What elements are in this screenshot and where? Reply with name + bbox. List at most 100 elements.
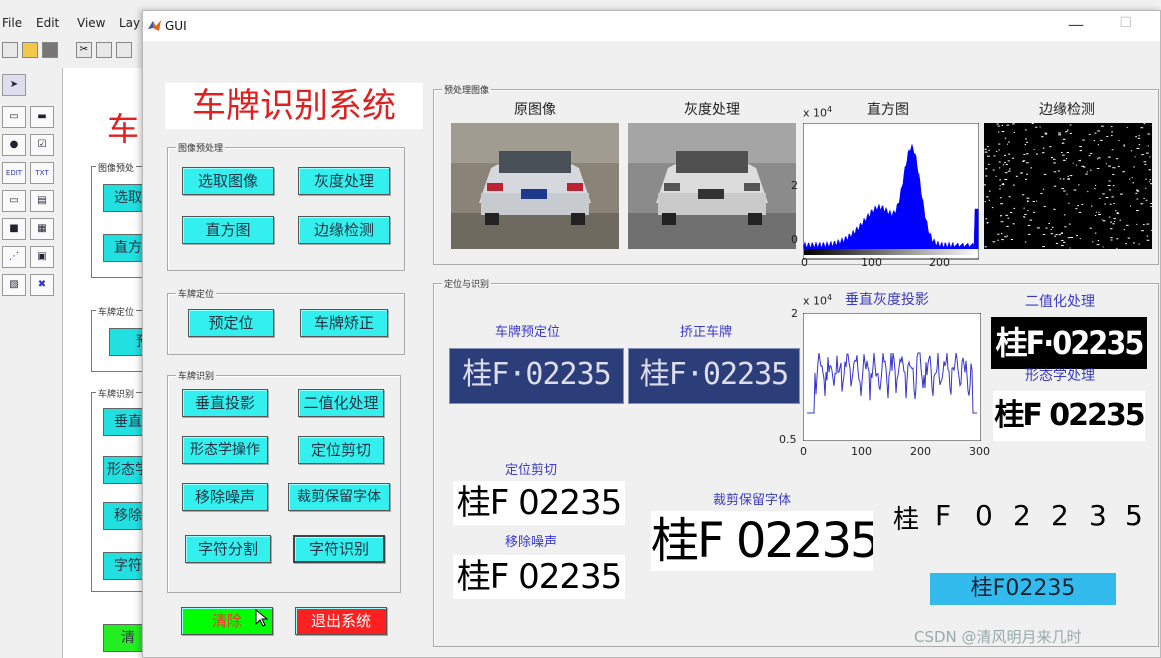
popup-menu-icon[interactable]: ▭ bbox=[2, 190, 26, 212]
char-segment-button[interactable]: 字符分割 bbox=[185, 535, 271, 563]
binarized-plate: 桂F·02235 bbox=[991, 317, 1147, 369]
window-title: GUI bbox=[165, 19, 187, 33]
edge-title: 边缘检测 bbox=[1039, 102, 1095, 118]
exit-button[interactable]: 退出系统 bbox=[295, 607, 387, 635]
watermark: CSDN @清风明月来几时 bbox=[914, 628, 1082, 646]
projection-xtick: 0 bbox=[800, 445, 807, 458]
edge-detect-button[interactable]: 边缘检测 bbox=[298, 216, 390, 244]
copy-icon[interactable] bbox=[96, 42, 112, 58]
remove-noise-title: 移除噪声 bbox=[505, 535, 558, 550]
pre-locate-title: 车牌预定位 bbox=[495, 325, 561, 340]
segment-char: 5 bbox=[1125, 499, 1143, 532]
histogram-ytick: 0 bbox=[791, 233, 798, 246]
locate-crop-title: 定位剪切 bbox=[505, 463, 558, 478]
vertical-projection-plot bbox=[803, 313, 981, 441]
grayscale-button[interactable]: 灰度处理 bbox=[298, 167, 390, 195]
maximize-icon[interactable]: ☐ bbox=[1119, 15, 1132, 31]
editor-menubar: File Edit View Lay bbox=[0, 12, 150, 34]
locate-crop-plate: 桂F 02235 bbox=[453, 481, 625, 525]
corrected-title: 挢正车牌 bbox=[680, 325, 733, 340]
listbox-icon[interactable]: ▤ bbox=[30, 190, 54, 212]
segment-char: 2 bbox=[1051, 499, 1069, 532]
pointer-icon[interactable]: ➤ bbox=[2, 74, 26, 96]
checkbox-icon[interactable]: ☑ bbox=[30, 134, 54, 156]
histogram-xtick: 200 bbox=[929, 256, 950, 269]
segment-char: 2 bbox=[1013, 499, 1031, 532]
editor-toolbar: ✂ bbox=[0, 38, 150, 64]
canvas-title-fragment: 车 bbox=[107, 110, 140, 148]
menu-view[interactable]: View bbox=[77, 16, 105, 30]
segment-char: 0 bbox=[975, 499, 993, 532]
remove-noise-plate: 桂F 02235 bbox=[453, 555, 625, 599]
histogram-exponent: x 104 bbox=[803, 105, 833, 120]
menu-file[interactable]: File bbox=[2, 16, 22, 30]
crop-keep-chars-button[interactable]: 裁剪保留字体 bbox=[288, 483, 390, 511]
binarize-button[interactable]: 二值化处理 bbox=[298, 389, 384, 417]
gray-image-title: 灰度处理 bbox=[684, 102, 740, 118]
histogram-plot bbox=[803, 123, 979, 260]
mouse-cursor-icon bbox=[255, 609, 269, 627]
histogram-xtick: 100 bbox=[861, 256, 882, 269]
save-icon[interactable] bbox=[42, 42, 58, 58]
crop-keep-plate: 桂F 02235 bbox=[651, 511, 873, 571]
activex-icon[interactable]: ✖ bbox=[30, 274, 54, 296]
segmented-chars: 桂 F 0 2 2 3 5 bbox=[887, 495, 1147, 539]
menu-edit[interactable]: Edit bbox=[36, 16, 59, 30]
axes-icon[interactable]: ⋰ bbox=[2, 246, 26, 268]
new-file-icon[interactable] bbox=[2, 42, 18, 58]
projection-exponent: x 104 bbox=[803, 293, 833, 308]
toggle-button-icon[interactable]: ■ bbox=[2, 218, 26, 240]
segment-char: 3 bbox=[1089, 499, 1107, 532]
projection-xtick: 300 bbox=[969, 445, 990, 458]
histogram-xtick: 0 bbox=[801, 256, 808, 269]
projection-ytick: 2 bbox=[791, 307, 798, 320]
slider-icon[interactable]: ▬ bbox=[30, 106, 54, 128]
histogram-ytick: 2 bbox=[791, 179, 798, 192]
char-recognize-button[interactable]: 字符识别 bbox=[293, 535, 385, 563]
remove-noise-button[interactable]: 移除噪声 bbox=[182, 483, 268, 511]
segment-char: F bbox=[935, 499, 952, 532]
menu-layout[interactable]: Lay bbox=[119, 16, 140, 30]
component-palette: ➤ ▭ ▬ ● ☑ EDIT TXT ▭ ▤ ■ ▦ ⋰ ▣ ▧ ✖ bbox=[0, 70, 60, 310]
cut-icon[interactable]: ✂ bbox=[76, 42, 92, 58]
gui-window: GUI — ☐ 车牌识别系统 图像预处理 选取图像 灰度处理 直方图 边缘检测 … bbox=[142, 10, 1161, 658]
push-button-icon[interactable]: ▭ bbox=[2, 106, 26, 128]
editor-layout-canvas: 车 图像预处 选取 直方 车牌定位 预 车牌识别 垂直 形态学 移除 字符 清 bbox=[62, 68, 161, 658]
crop-keep-title: 裁剪保留字体 bbox=[713, 493, 792, 508]
original-image-title: 原图像 bbox=[514, 102, 556, 118]
pre-located-plate: 桂F·02235 bbox=[449, 348, 624, 404]
button-group-icon[interactable]: ▧ bbox=[2, 274, 26, 296]
histogram-button[interactable]: 直方图 bbox=[182, 216, 274, 244]
app-title: 车牌识别系统 bbox=[165, 83, 423, 129]
binarized-title: 二值化处理 bbox=[1025, 294, 1095, 310]
projection-xtick: 200 bbox=[910, 445, 931, 458]
gray-car-image bbox=[628, 123, 796, 249]
preprocess-panel: 图像预处理 bbox=[167, 141, 405, 271]
original-car-image bbox=[451, 123, 619, 249]
paste-icon[interactable] bbox=[116, 42, 132, 58]
vertical-projection-button[interactable]: 垂直投影 bbox=[182, 389, 268, 417]
corrected-plate: 桂F·02235 bbox=[628, 348, 800, 404]
locate-crop-button[interactable]: 定位剪切 bbox=[298, 436, 384, 464]
projection-ytick: 0.5 bbox=[779, 433, 797, 446]
plate-correct-button[interactable]: 车牌矫正 bbox=[300, 309, 388, 337]
static-text-icon[interactable]: TXT bbox=[30, 162, 54, 184]
minimize-icon[interactable]: — bbox=[1068, 15, 1084, 34]
table-icon[interactable]: ▦ bbox=[30, 218, 54, 240]
recognition-result: 桂F02235 bbox=[930, 573, 1116, 605]
open-folder-icon[interactable] bbox=[22, 42, 38, 58]
morphology-button[interactable]: 形态学操作 bbox=[182, 436, 268, 464]
projection-title: 垂直灰度投影 bbox=[845, 292, 929, 308]
panel-icon[interactable]: ▣ bbox=[30, 246, 54, 268]
edge-detect-image bbox=[984, 123, 1152, 249]
window-titlebar: GUI — ☐ bbox=[143, 11, 1160, 41]
morph-plate: 桂F 02235 bbox=[993, 391, 1145, 441]
edit-text-icon[interactable]: EDIT bbox=[2, 162, 26, 184]
matlab-icon bbox=[148, 20, 161, 31]
segment-char: 桂 bbox=[893, 505, 920, 535]
morph-title: 形态学处理 bbox=[1025, 368, 1095, 384]
projection-xtick: 100 bbox=[851, 445, 872, 458]
pre-locate-button[interactable]: 预定位 bbox=[188, 309, 274, 337]
radio-button-icon[interactable]: ● bbox=[2, 134, 26, 156]
select-image-button[interactable]: 选取图像 bbox=[182, 167, 274, 195]
